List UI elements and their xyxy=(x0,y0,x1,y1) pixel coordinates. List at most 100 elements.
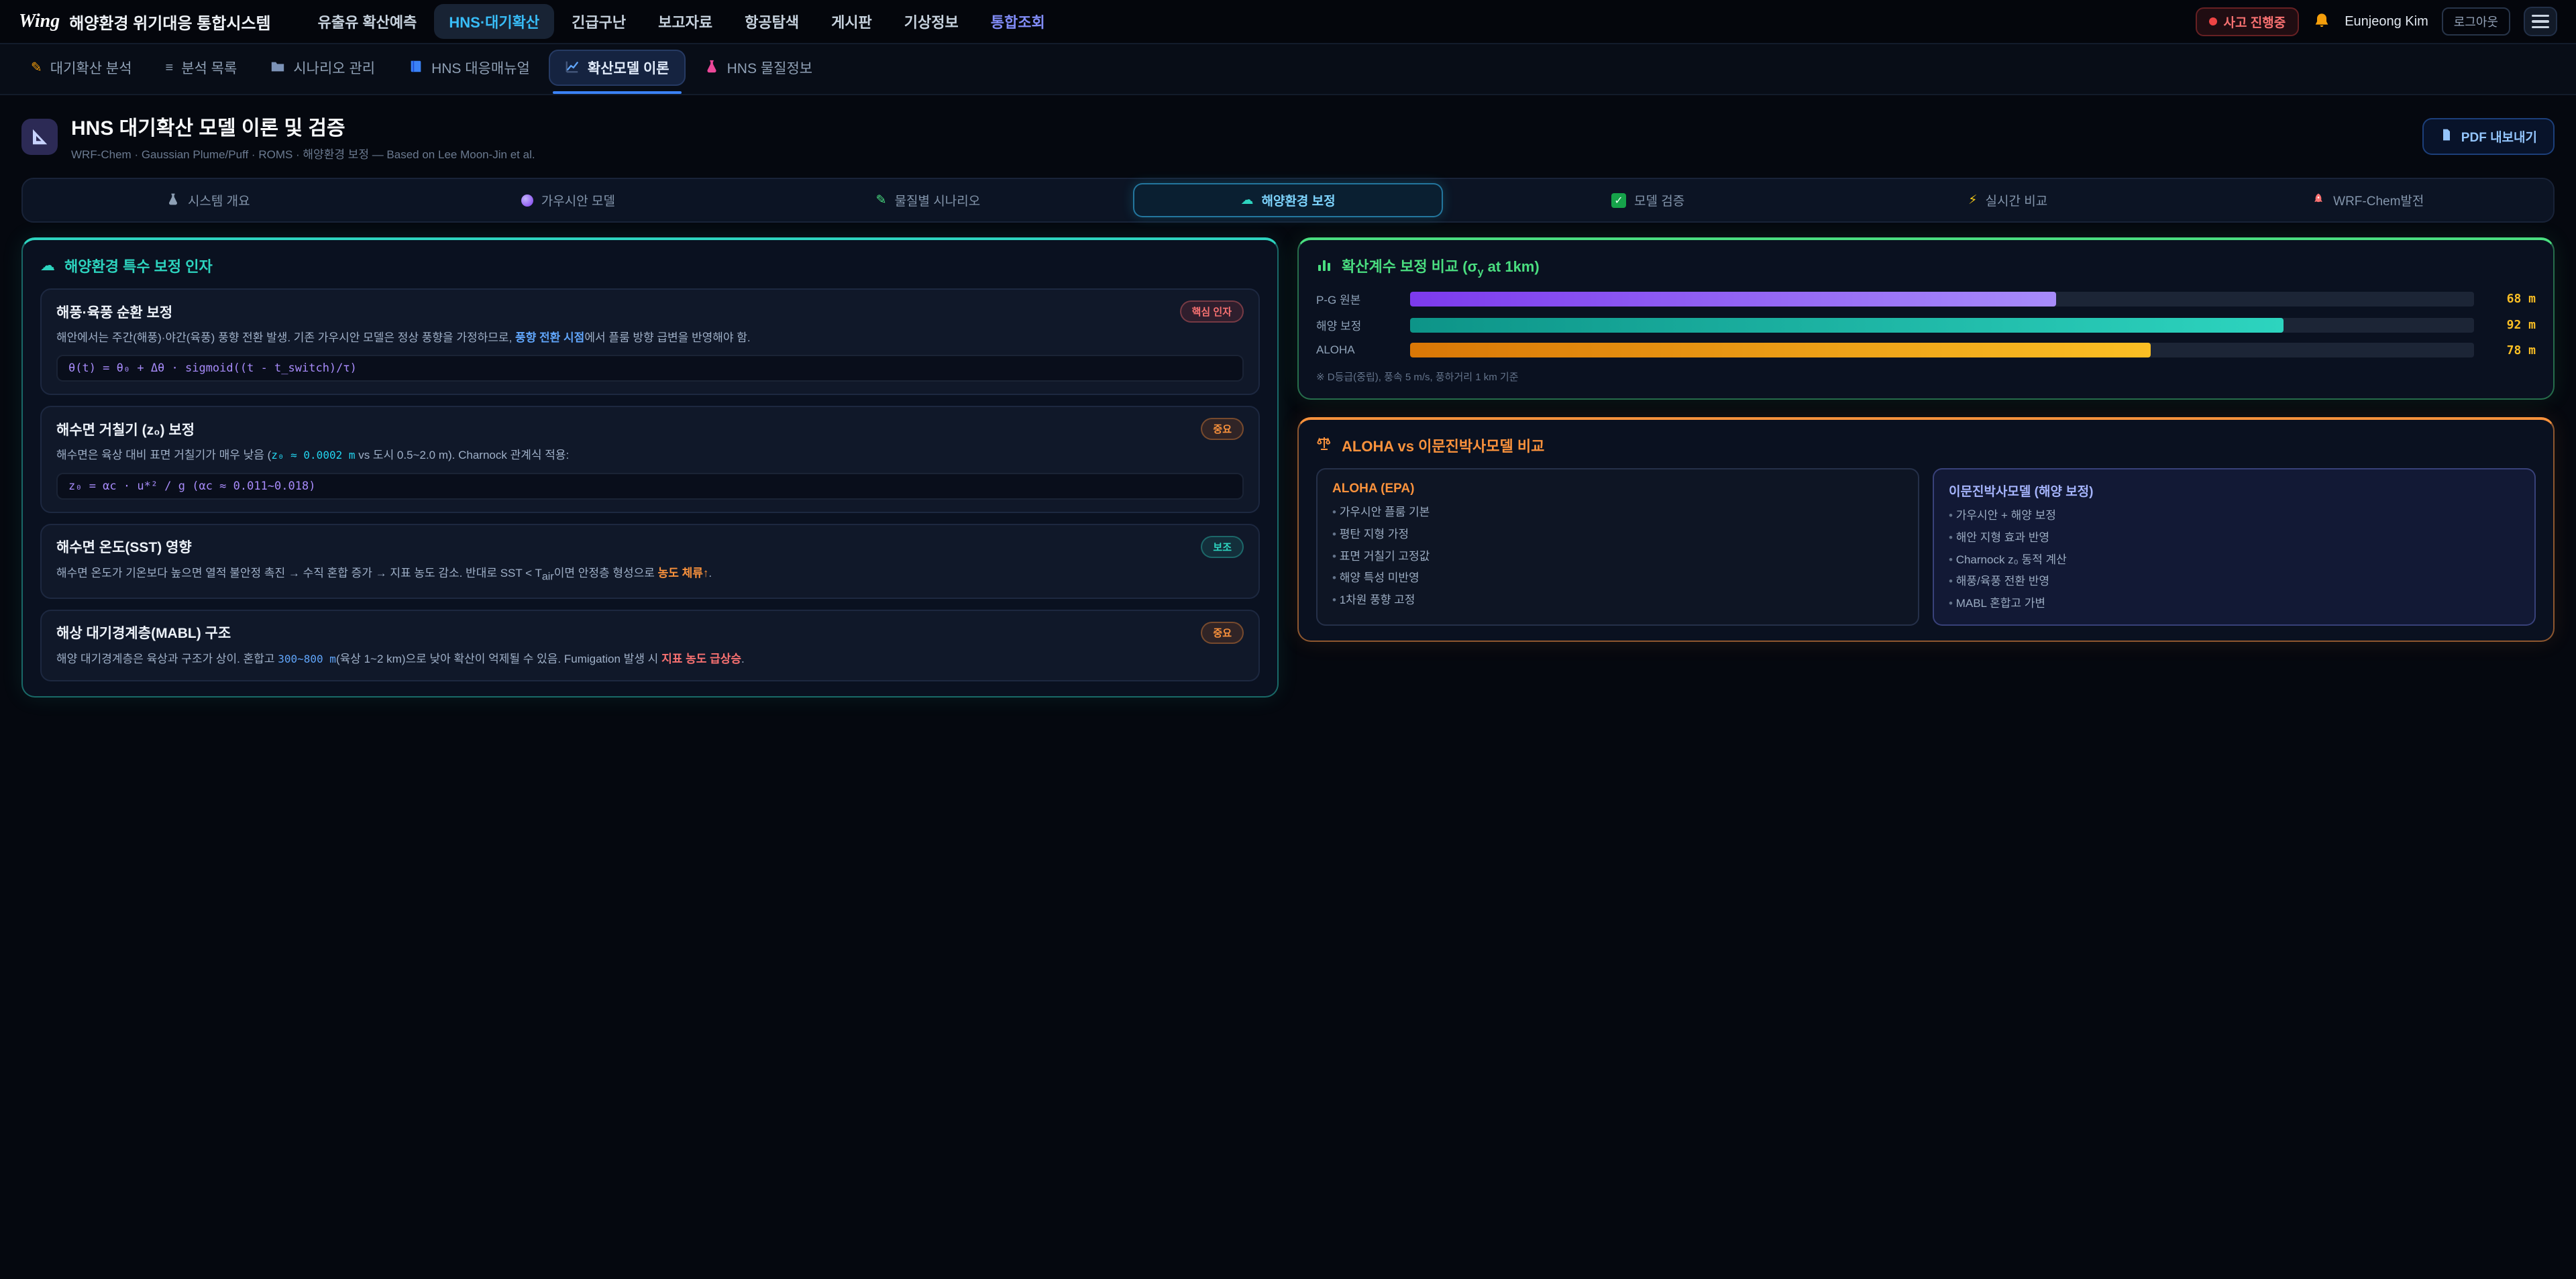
tab-analysis-list[interactable]: ≡ 분석 목록 xyxy=(151,51,252,85)
tab-hns-substance-info[interactable]: HNS 물질정보 xyxy=(690,51,827,85)
item-title: 해상 대기경계층(MABL) 구조 xyxy=(56,622,231,643)
section-pill-realtime-compare[interactable]: ⚡ 실시간 비교 xyxy=(1955,183,2061,217)
bar-fill-marine-corrected xyxy=(1410,318,2284,333)
scale-icon xyxy=(1316,435,1332,455)
section-pill-wrf-chem[interactable]: WRF-Chem발전 xyxy=(2298,183,2437,217)
item-body: 해양 대기경계층은 육상과 구조가 상이. 혼합고 300~800 m(육상 1… xyxy=(56,651,1244,668)
bell-icon[interactable] xyxy=(2312,12,2331,31)
nav-item-aerial-search[interactable]: 항공탐색 xyxy=(730,4,814,39)
flask-outline-icon xyxy=(166,192,180,209)
topbar: Wing 해양환경 위기대응 통합시스템 유출유 확산예측 HNS·대기확산 긴… xyxy=(0,0,2576,44)
section-pill-substance-scenario[interactable]: ✎ 물질별 시나리오 xyxy=(863,183,994,217)
bar-row-aloha: ALOHA 78 m xyxy=(1316,343,2536,357)
model-comparison-card: ALOHA vs 이문진박사모델 비교 ALOHA (EPA) 가우시안 플룸 … xyxy=(1297,417,2555,641)
bar-track xyxy=(1410,292,2474,307)
item-body: 해수면 온도가 기온보다 높으면 열적 불안정 촉진 → 수직 혼합 증가 → … xyxy=(56,565,1244,586)
formula-block: z₀ = αc · u*² / g (αc ≈ 0.011~0.018) xyxy=(56,473,1244,500)
section-col: ✓ 모델 검증 xyxy=(1468,183,1828,217)
status-badge: 보조 xyxy=(1201,536,1244,558)
bar-value: 68 m xyxy=(2485,292,2536,306)
nav-item-weather-info[interactable]: 기상정보 xyxy=(890,4,973,39)
list-icon: ≡ xyxy=(166,61,174,74)
nav-item-hns-atmospheric[interactable]: HNS·대기확산 xyxy=(434,4,554,39)
book-icon xyxy=(409,59,423,76)
set-square-icon xyxy=(21,119,58,155)
correction-item-sea-land-breeze: 해풍·육풍 순환 보정 핵심 인자 해안에서는 주간(해풍)·야간(육풍) 풍향… xyxy=(40,288,1260,395)
menu-icon[interactable] xyxy=(2524,7,2557,37)
marine-correction-title: 해양환경 특수 보정 인자 xyxy=(64,255,213,276)
item-title: 해풍·육풍 순환 보정 xyxy=(56,302,172,322)
nav-item-integrated-search[interactable]: 통합조회 xyxy=(976,4,1060,39)
cloud-icon: ☁ xyxy=(1240,194,1253,207)
correction-item-sea-surface-roughness: 해수면 거칠기 (z₀) 보정 중요 해수면은 육상 대비 표면 거칠기가 매우… xyxy=(40,406,1260,512)
tab-scenario-management[interactable]: 시나리오 관리 xyxy=(256,51,390,85)
nav-item-emergency-rescue[interactable]: 긴급구난 xyxy=(557,4,641,39)
section-pill-gaussian-model[interactable]: 가우시안 모델 xyxy=(508,183,629,217)
lee-model-panel-title: 이문진박사모델 (해양 보정) xyxy=(1949,482,2520,500)
wing-logo: Wing xyxy=(19,11,60,32)
page-subtitle: WRF-Chem · Gaussian Plume/Puff · ROMS · … xyxy=(71,145,535,162)
pencil-icon: ✎ xyxy=(31,61,42,74)
item-title-row: 해수면 온도(SST) 영향 보조 xyxy=(56,536,1244,558)
tab-label: HNS 대응매뉴얼 xyxy=(431,58,530,78)
nav-item-reports[interactable]: 보고자료 xyxy=(643,4,727,39)
list-item: 해풍/육풍 전환 반영 xyxy=(1949,573,2520,590)
section-col: ✎ 물질별 시나리오 xyxy=(748,183,1108,217)
aloha-panel: ALOHA (EPA) 가우시안 플룸 기본 평탄 지형 가정 표면 거칠기 고… xyxy=(1316,468,1919,625)
bar-chart-icon xyxy=(1316,257,1332,277)
logout-button[interactable]: 로그아웃 xyxy=(2442,7,2510,36)
main-nav: 유출유 확산예측 HNS·대기확산 긴급구난 보고자료 항공탐색 게시판 기상정… xyxy=(303,4,1060,39)
nav-item-oil-spill-forecast[interactable]: 유출유 확산예측 xyxy=(303,4,432,39)
pdf-export-label: PDF 내보내기 xyxy=(2461,127,2537,146)
body-text: vs 도시 0.5~2.0 m). Charnock 관계식 적용: xyxy=(355,449,569,461)
right-column: 확산계수 보정 비교 (σy at 1km) P-G 원본 68 m 해양 보정… xyxy=(1297,237,2555,642)
body-code: 300~800 m xyxy=(278,653,336,665)
chart-header: 확산계수 보정 비교 (σy at 1km) xyxy=(1316,255,2536,278)
tab-label: 확산모델 이론 xyxy=(588,58,669,78)
body-text: 해안에서는 주간(해풍)·야간(육풍) 풍향 전환 발생. 기존 가우시안 모델… xyxy=(56,331,515,344)
bar-row-marine-corrected: 해양 보정 92 m xyxy=(1316,317,2536,333)
tabbar: ✎ 대기확산 분석 ≡ 분석 목록 시나리오 관리 HNS 대응매뉴얼 확산모델… xyxy=(0,44,2576,95)
section-col: 가우시안 모델 xyxy=(388,183,749,217)
list-item: 가우시안 + 해양 보정 xyxy=(1949,508,2520,524)
bar-fill-aloha xyxy=(1410,343,2151,357)
incident-label: 사고 진행중 xyxy=(2224,13,2286,31)
list-item: 가우시안 플룸 기본 xyxy=(1332,504,1903,521)
bar-value: 92 m xyxy=(2485,318,2536,332)
section-label: WRF-Chem발전 xyxy=(2333,191,2424,209)
body-text: . xyxy=(741,653,745,665)
list-item: 1차원 풍향 고정 xyxy=(1332,592,1903,609)
main-content: ☁ 해양환경 특수 보정 인자 해풍·육풍 순환 보정 핵심 인자 해안에서는 … xyxy=(21,237,2555,698)
marine-correction-card: ☁ 해양환경 특수 보정 인자 해풍·육풍 순환 보정 핵심 인자 해안에서는 … xyxy=(21,237,1279,698)
pdf-export-button[interactable]: PDF 내보내기 xyxy=(2422,118,2555,155)
topbar-right: 사고 진행중 Eunjeong Kim 로그아웃 xyxy=(2196,7,2557,37)
body-highlight: 풍향 전환 시점 xyxy=(515,331,584,344)
section-pill-model-validation[interactable]: ✓ 모델 검증 xyxy=(1598,183,1698,217)
status-badge: 중요 xyxy=(1201,418,1244,440)
pencil-icon: ✎ xyxy=(876,194,887,207)
section-col: 시스템 개요 xyxy=(28,183,388,217)
comparison-header: ALOHA vs 이문진박사모델 비교 xyxy=(1316,435,2536,456)
list-item: 해안 지형 효과 반영 xyxy=(1949,530,2520,547)
body-highlight: 농도 체류↑ xyxy=(658,567,709,579)
nav-item-board[interactable]: 게시판 xyxy=(816,4,887,39)
status-badge: 핵심 인자 xyxy=(1180,300,1244,323)
section-label: 실시간 비교 xyxy=(1986,191,2048,209)
brand[interactable]: Wing 해양환경 위기대응 통합시스템 xyxy=(19,10,271,34)
page-header: HNS 대기확산 모델 이론 및 검증 WRF-Chem · Gaussian … xyxy=(0,95,2576,175)
comparison-grid: ALOHA (EPA) 가우시안 플룸 기본 평탄 지형 가정 표면 거칠기 고… xyxy=(1316,468,2536,625)
app-root: Wing 해양환경 위기대응 통합시스템 유출유 확산예측 HNS·대기확산 긴… xyxy=(0,0,2576,698)
correction-item-mabl-structure: 해상 대기경계층(MABL) 구조 중요 해양 대기경계층은 육상과 구조가 상… xyxy=(40,610,1260,681)
tab-diffusion-model-theory[interactable]: 확산모델 이론 xyxy=(549,50,686,86)
section-pill-marine-correction[interactable]: ☁ 해양환경 보정 xyxy=(1133,183,1442,217)
incident-status-badge[interactable]: 사고 진행중 xyxy=(2196,7,2300,36)
section-label: 시스템 개요 xyxy=(188,191,250,209)
document-icon xyxy=(2440,128,2453,146)
dispersion-coefficient-card: 확산계수 보정 비교 (σy at 1km) P-G 원본 68 m 해양 보정… xyxy=(1297,237,2555,400)
body-code: z₀ ≈ 0.0002 m xyxy=(271,449,355,461)
section-pill-system-overview[interactable]: 시스템 개요 xyxy=(153,183,264,217)
section-label: 모델 검증 xyxy=(1634,191,1684,209)
tab-hns-manual[interactable]: HNS 대응매뉴얼 xyxy=(394,51,545,85)
bar-value: 78 m xyxy=(2485,343,2536,357)
tab-atmospheric-analysis[interactable]: ✎ 대기확산 분석 xyxy=(16,51,147,85)
